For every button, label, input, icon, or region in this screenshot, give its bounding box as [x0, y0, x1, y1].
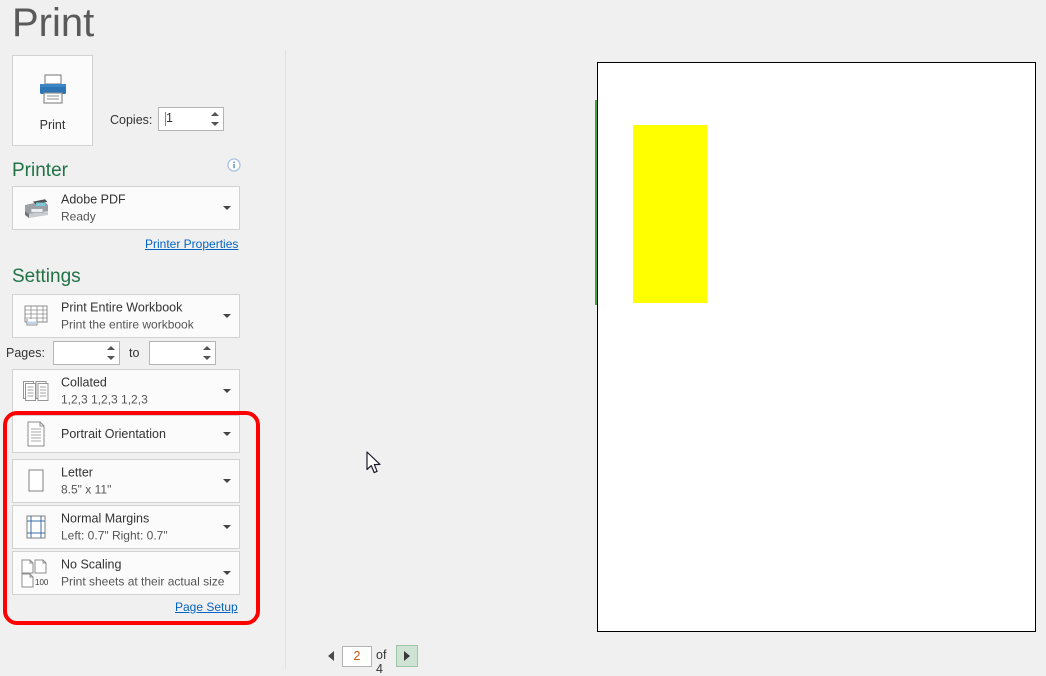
- spinner-up-icon[interactable]: [202, 346, 211, 350]
- printer-section-heading: Printer: [12, 160, 68, 181]
- collation-title: Collated: [61, 375, 107, 390]
- page-title: Print: [12, 1, 95, 45]
- settings-item-print-what[interactable]: Print Entire Workbook Print the entire w…: [12, 294, 240, 338]
- page-count-label: of 4: [376, 648, 387, 676]
- paper-size-subtitle: 8.5" x 11": [61, 482, 112, 497]
- copies-spin-arrows[interactable]: [209, 110, 220, 128]
- chevron-down-icon[interactable]: [223, 206, 231, 210]
- chevron-down-icon[interactable]: [223, 314, 231, 318]
- scaling-text: No Scaling Print sheets at their actual …: [61, 557, 225, 590]
- pages-to-label: to: [129, 346, 140, 360]
- pages-label: Pages:: [6, 346, 45, 360]
- pages-to-stepper[interactable]: [149, 341, 216, 365]
- info-icon[interactable]: [227, 158, 241, 175]
- page-setup-link[interactable]: Page Setup: [175, 600, 238, 614]
- print-settings-pane: Print Copies: 1 Printer Adobe PDF Ready …: [0, 50, 285, 669]
- orientation-title: Portrait Orientation: [61, 427, 166, 441]
- printer-select[interactable]: Adobe PDF Ready: [12, 186, 240, 230]
- print-preview-page[interactable]: [597, 62, 1036, 632]
- collation-text: Collated 1,2,3 1,2,3 1,2,3: [61, 375, 217, 408]
- margins-text: Normal Margins Left: 0.7" Right: 0.7": [61, 511, 217, 544]
- margins-icon: [19, 513, 53, 541]
- collate-icon: [19, 378, 53, 404]
- settings-item-scaling[interactable]: 100 No Scaling Print sheets at their act…: [12, 551, 240, 595]
- mouse-cursor: [366, 451, 384, 480]
- pages-from-spin-arrows[interactable]: [105, 344, 116, 362]
- page-number-input[interactable]: 2: [342, 646, 372, 667]
- chevron-down-icon[interactable]: [223, 479, 231, 483]
- spinner-down-icon[interactable]: [210, 122, 219, 126]
- printer-select-text: Adobe PDF Ready: [61, 192, 217, 225]
- settings-item-margins[interactable]: Normal Margins Left: 0.7" Right: 0.7": [12, 505, 240, 549]
- preview-content-block: [633, 125, 707, 303]
- pages-to-spin-arrows[interactable]: [201, 344, 212, 362]
- copies-stepper[interactable]: 1: [158, 107, 224, 131]
- paper-size-title: Letter: [61, 465, 93, 480]
- pages-from-stepper[interactable]: [53, 341, 120, 365]
- print-what-title: Print Entire Workbook: [61, 300, 183, 315]
- margins-subtitle: Left: 0.7" Right: 0.7": [61, 528, 168, 543]
- margins-title: Normal Margins: [61, 511, 150, 526]
- printer-properties-link[interactable]: Printer Properties: [145, 237, 238, 251]
- scaling-title: No Scaling: [61, 557, 122, 572]
- printer-icon: [36, 73, 70, 108]
- spinner-up-icon[interactable]: [210, 112, 219, 116]
- printer-device-icon: [19, 196, 53, 220]
- settings-item-orientation[interactable]: Portrait Orientation: [12, 415, 240, 453]
- collation-subtitle: 1,2,3 1,2,3 1,2,3: [61, 392, 148, 407]
- scaling-icon: 100: [19, 558, 53, 588]
- paper-size-icon: [19, 467, 53, 495]
- workbook-icon: [19, 303, 53, 329]
- printer-status: Ready: [61, 209, 96, 224]
- print-backstage-view: Print Print Copies: 1 Printer Adobe PDF …: [0, 0, 1046, 676]
- triangle-left-icon: [328, 651, 334, 661]
- svg-text:100: 100: [35, 578, 49, 587]
- print-button[interactable]: Print: [12, 55, 93, 146]
- print-what-text: Print Entire Workbook Print the entire w…: [61, 300, 217, 333]
- portrait-page-icon: [19, 420, 53, 448]
- settings-item-collation[interactable]: Collated 1,2,3 1,2,3 1,2,3: [12, 369, 240, 413]
- chevron-down-icon[interactable]: [223, 432, 231, 436]
- previous-page-button[interactable]: [320, 645, 342, 667]
- printer-name: Adobe PDF: [61, 192, 126, 207]
- triangle-right-icon: [404, 651, 410, 661]
- settings-section-heading: Settings: [12, 266, 81, 287]
- settings-item-paper-size[interactable]: Letter 8.5" x 11": [12, 459, 240, 503]
- spinner-down-icon[interactable]: [106, 356, 115, 360]
- spinner-up-icon[interactable]: [106, 346, 115, 350]
- print-button-label: Print: [39, 118, 66, 132]
- print-what-subtitle: Print the entire workbook: [61, 317, 194, 332]
- orientation-text: Portrait Orientation: [61, 426, 217, 442]
- pane-divider: [285, 50, 286, 669]
- chevron-down-icon[interactable]: [223, 525, 231, 529]
- scaling-subtitle: Print sheets at their actual size: [61, 574, 225, 589]
- copies-label: Copies:: [110, 113, 153, 127]
- chevron-down-icon[interactable]: [223, 571, 231, 575]
- next-page-button[interactable]: [396, 645, 418, 667]
- paper-size-text: Letter 8.5" x 11": [61, 465, 217, 498]
- copies-value: 1: [166, 111, 173, 125]
- margin-guide-line[interactable]: [595, 100, 597, 305]
- spinner-down-icon[interactable]: [202, 356, 211, 360]
- chevron-down-icon[interactable]: [223, 389, 231, 393]
